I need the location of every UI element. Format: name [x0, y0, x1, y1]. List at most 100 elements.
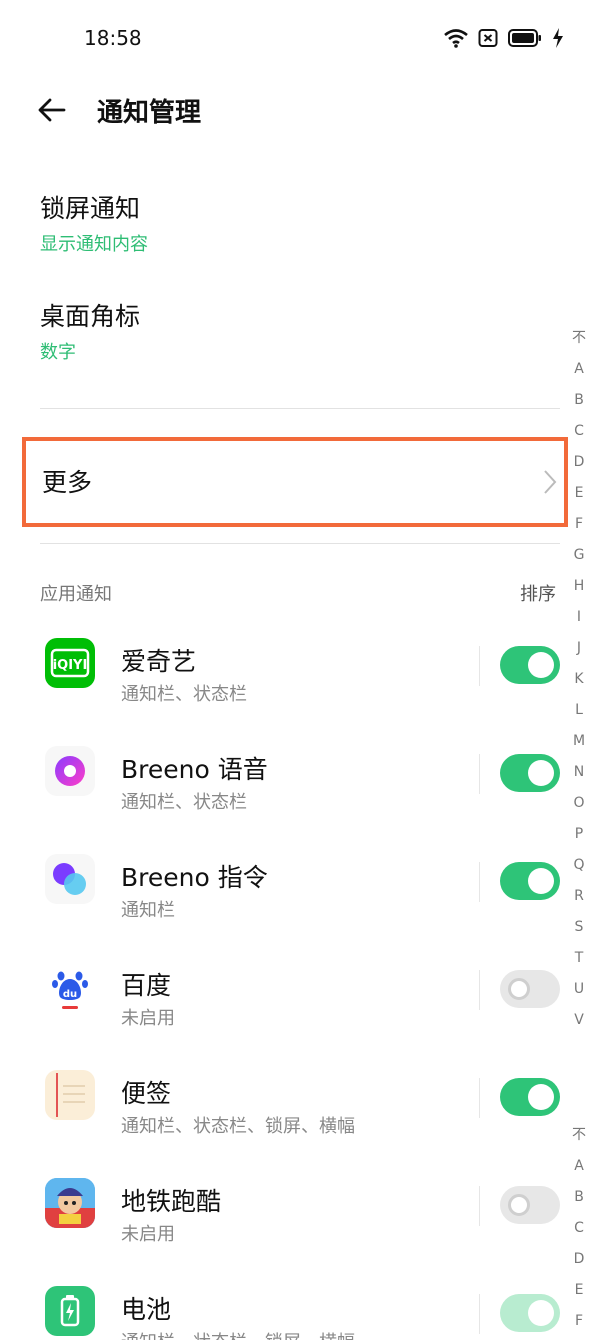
alpha-index-letter[interactable]: B [574, 385, 584, 416]
alpha-index-letter[interactable]: E [575, 478, 584, 509]
setting-value: 数字 [40, 342, 76, 363]
alpha-index-letter[interactable]: U [574, 974, 584, 1005]
battery-app-icon [45, 1286, 95, 1336]
toggle-knob [528, 760, 554, 786]
alpha-index-letter[interactable]: C [574, 416, 584, 447]
alpha-index-letter[interactable]: D [574, 447, 585, 478]
app-row-breeno-command[interactable]: Breeno 指令 通知栏 [0, 854, 600, 962]
notification-toggle[interactable] [500, 970, 560, 1008]
app-row-baidu[interactable]: du 百度 未启用 [0, 962, 600, 1070]
app-desc: 未启用 [121, 1224, 175, 1245]
separator [479, 1078, 480, 1118]
alpha-index-letter[interactable]: E [575, 1275, 584, 1306]
status-bar: 18:58 [0, 0, 600, 76]
app-row-iqiyi[interactable]: iQIYI 爱奇艺 通知栏、状态栏 [0, 638, 600, 746]
app-row-battery[interactable]: 电池 通知栏、状态栏、锁屏、横幅 [0, 1286, 600, 1340]
more-row[interactable]: 更多 [22, 437, 568, 527]
sort-button[interactable]: 排序 [520, 580, 556, 606]
alpha-index-letter[interactable]: H [574, 571, 585, 602]
app-row-notes[interactable]: 便签 通知栏、状态栏、锁屏、横幅 [0, 1070, 600, 1178]
alpha-index-letter[interactable]: L [575, 695, 583, 726]
alpha-index-letter[interactable]: K [574, 664, 583, 695]
alpha-index-letter[interactable]: A [574, 1151, 584, 1182]
app-name: Breeno 指令 [121, 863, 268, 892]
subway-surfers-icon [45, 1178, 95, 1228]
alpha-index-letter[interactable]: F [575, 1306, 583, 1337]
alpha-index-letter[interactable]: A [574, 354, 584, 385]
alphabet-index[interactable]: 不 A B C D E F G H I J K L M N O P Q R S … [566, 323, 592, 1036]
alpha-index-letter[interactable]: Q [573, 850, 584, 881]
notification-toggle[interactable] [500, 1186, 560, 1224]
app-row-breeno-voice[interactable]: Breeno 语音 通知栏、状态栏 [0, 746, 600, 854]
alphabet-index[interactable]: 不 A B C D E F [566, 1120, 592, 1337]
setting-title: 桌面角标 [40, 302, 141, 331]
alpha-index-letter[interactable]: I [577, 602, 581, 633]
app-name: 便签 [121, 1079, 172, 1108]
alpha-index-letter[interactable]: F [575, 509, 583, 540]
more-label: 更多 [42, 468, 93, 497]
alpha-index-letter[interactable]: D [574, 1244, 585, 1275]
no-sim-icon [478, 29, 498, 47]
app-desc: 未启用 [121, 1008, 175, 1029]
svg-text:iQIYI: iQIYI [53, 658, 88, 673]
separator [479, 1186, 480, 1226]
divider [40, 408, 560, 409]
alpha-index-letter[interactable]: P [575, 819, 583, 850]
lock-screen-notification-setting[interactable]: 锁屏通知 显示通知内容 [40, 192, 560, 256]
app-row-subway-surfers[interactable]: 地铁跑酷 未启用 [0, 1178, 600, 1286]
breeno-command-icon [45, 854, 95, 904]
toggle-knob [528, 868, 554, 894]
separator [479, 862, 480, 902]
back-arrow-icon[interactable] [34, 92, 70, 128]
chevron-right-icon [544, 470, 557, 494]
toggle-knob [508, 1194, 530, 1216]
breeno-voice-icon [45, 746, 95, 796]
notification-toggle[interactable] [500, 862, 560, 900]
app-name: 电池 [121, 1295, 172, 1324]
toggle-knob [528, 652, 554, 678]
notification-toggle[interactable] [500, 1294, 560, 1332]
alpha-index-letter[interactable]: C [574, 1213, 584, 1244]
separator [479, 970, 480, 1010]
separator [479, 646, 480, 686]
section-title: 应用通知 [40, 584, 112, 605]
status-time: 18:58 [84, 26, 142, 50]
app-desc: 通知栏、状态栏 [121, 792, 247, 813]
alpha-index-letter[interactable]: R [574, 881, 584, 912]
header: 通知管理 [0, 76, 600, 146]
setting-title: 锁屏通知 [40, 194, 141, 223]
desktop-badge-setting[interactable]: 桌面角标 数字 [40, 300, 560, 364]
alpha-index-letter[interactable]: O [573, 788, 584, 819]
wifi-icon [444, 29, 468, 48]
alpha-index-letter[interactable]: T [575, 943, 584, 974]
alpha-index-letter[interactable]: 不 [572, 1120, 586, 1151]
alpha-index-letter[interactable]: G [574, 540, 585, 571]
alpha-index-letter[interactable]: V [574, 1005, 584, 1036]
alpha-index-letter[interactable]: 不 [572, 323, 586, 354]
toggle-knob [508, 978, 530, 1000]
toggle-knob [528, 1084, 554, 1110]
app-name: 百度 [121, 971, 172, 1000]
alpha-index-letter[interactable]: J [577, 633, 581, 664]
app-desc: 通知栏、状态栏 [121, 684, 247, 705]
app-desc: 通知栏、状态栏、锁屏、横幅 [121, 1116, 355, 1137]
alpha-index-letter[interactable]: N [574, 757, 584, 788]
status-icons [444, 24, 564, 52]
charging-icon [553, 28, 563, 48]
svg-text:du: du [63, 989, 77, 1000]
alpha-index-letter[interactable]: M [573, 726, 585, 757]
alpha-index-letter[interactable]: S [575, 912, 584, 943]
iqiyi-icon: iQIYI [45, 638, 95, 688]
notification-toggle[interactable] [500, 754, 560, 792]
app-name: 爱奇艺 [121, 647, 197, 676]
toggle-knob [528, 1300, 554, 1326]
app-desc: 通知栏、状态栏、锁屏、横幅 [121, 1328, 355, 1340]
app-name: Breeno 语音 [121, 755, 268, 784]
alpha-index-letter[interactable]: B [574, 1182, 584, 1213]
notification-toggle[interactable] [500, 646, 560, 684]
separator [479, 754, 480, 794]
notification-toggle[interactable] [500, 1078, 560, 1116]
battery-icon [508, 29, 541, 47]
notes-icon [45, 1070, 95, 1120]
baidu-icon: du [45, 962, 95, 1012]
